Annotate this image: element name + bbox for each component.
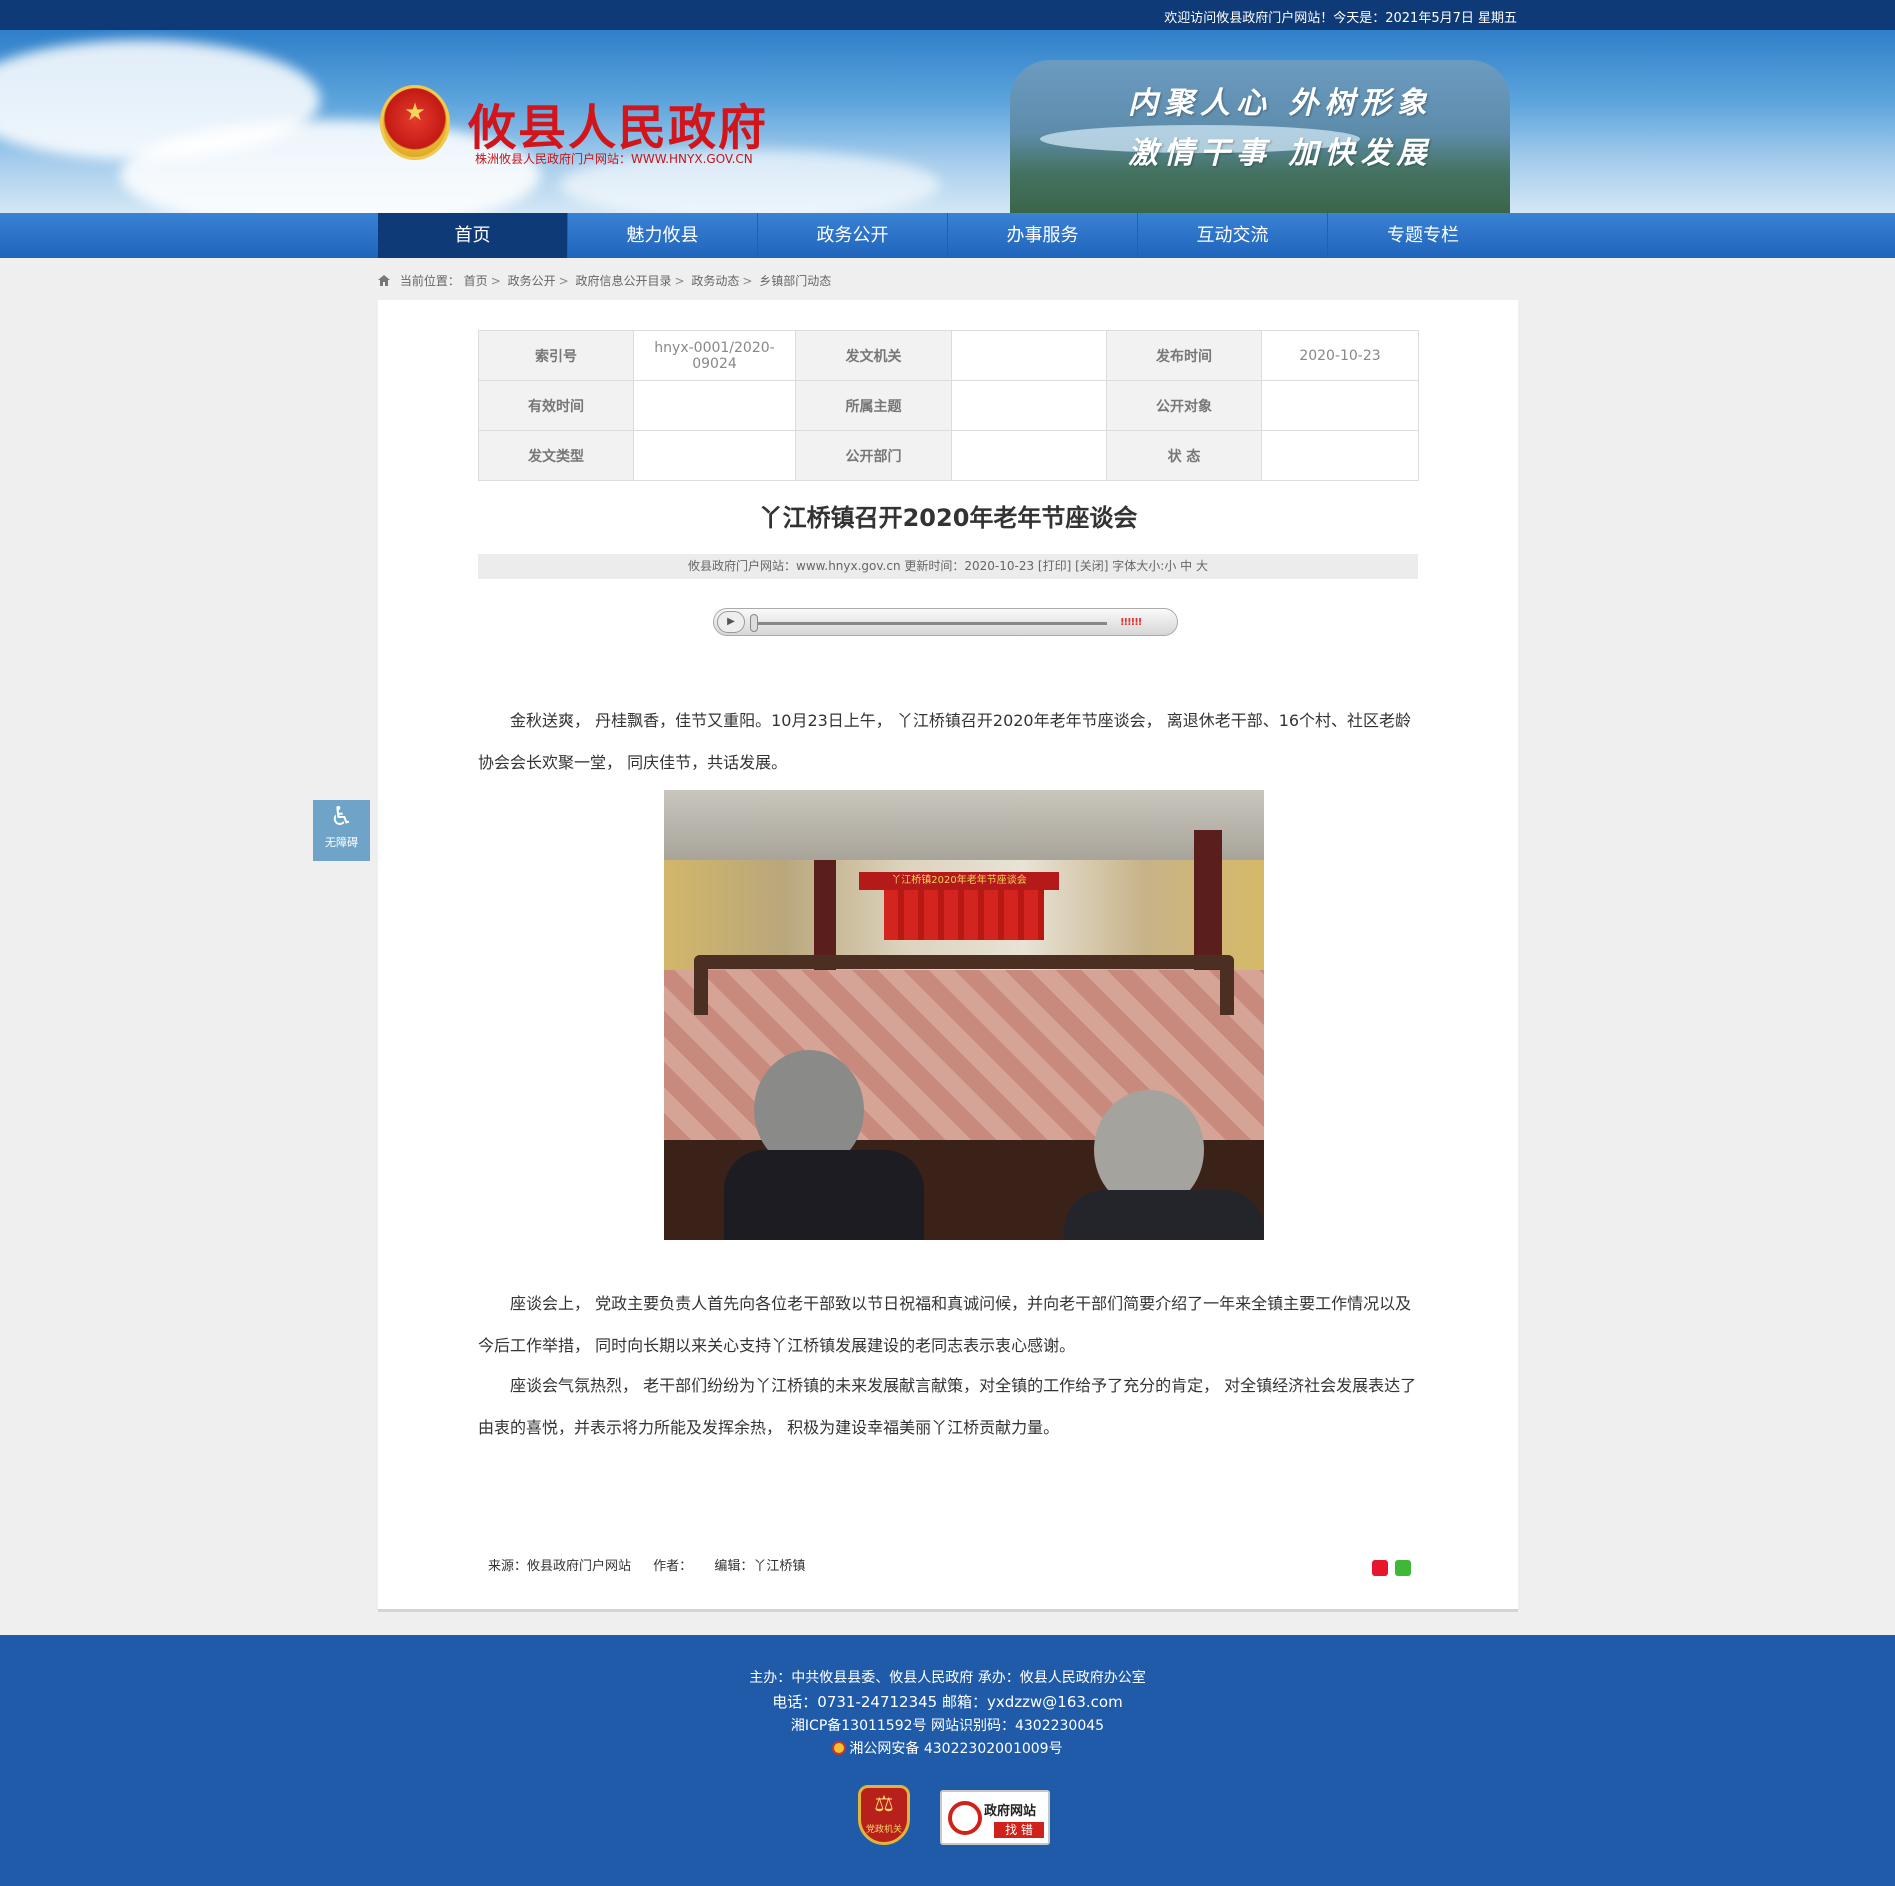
photo-tables xyxy=(694,955,1234,1015)
breadcrumb-prefix: 当前位置： xyxy=(399,274,460,288)
progress-handle[interactable] xyxy=(750,614,758,632)
article-source: 来源：攸县政府门户网站 xyxy=(488,1559,632,1574)
accessibility-button[interactable]: ♿ 无障碍 xyxy=(313,800,370,861)
slogan-line-2: 激情干事 加快发展 xyxy=(1128,136,1433,171)
nav-item-services[interactable]: 办事服务 xyxy=(948,213,1138,258)
national-emblem-icon: ★ xyxy=(380,85,450,160)
magnifier-icon xyxy=(948,1801,982,1835)
top-bar: 欢迎访问攸县政府门户网站！今天是：2021年5月7日 星期五 xyxy=(0,0,1895,30)
breadcrumb: 当前位置： 首页 > 政务公开 > 政府信息公开目录 > 政务动态 > 乡镇部门动态 xyxy=(378,272,831,289)
wheelchair-icon: ♿ xyxy=(329,802,354,832)
breadcrumb-separator: > xyxy=(742,274,753,288)
photo-person xyxy=(1064,1190,1264,1240)
meta-label-status: 状 态 xyxy=(1106,430,1262,481)
breadcrumb-separator: > xyxy=(674,274,685,288)
nav-item-gov-affairs[interactable]: 政务公开 xyxy=(758,213,948,258)
article-paragraph: 座谈会上， 党政主要负责人首先向各位老干部致以节日祝福和真诚问候，并向老干部们简… xyxy=(478,1294,1412,1355)
meta-label-topic: 所属主题 xyxy=(795,380,952,431)
photo-ceiling xyxy=(664,790,1264,860)
photo-person xyxy=(724,1150,924,1240)
nav-item-interaction[interactable]: 互动交流 xyxy=(1138,213,1328,258)
meta-value-topic xyxy=(951,380,1107,431)
welcome-text: 欢迎访问攸县政府门户网站！今天是：2021年5月7日 星期五 xyxy=(1164,11,1517,26)
volume-icon[interactable]: !!!!!! xyxy=(1120,617,1142,628)
article-photo: 丫江桥镇2020年老年节座谈会 xyxy=(664,790,1264,1240)
article-panel: 索引号 hnyx-0001/2020-09024 发文机关 发布时间 2020-… xyxy=(378,300,1518,1612)
home-icon xyxy=(378,275,390,286)
breadcrumb-link[interactable]: 政务公开 xyxy=(508,274,556,288)
breadcrumb-link[interactable]: 首页 xyxy=(464,274,488,288)
meta-label-issuer: 发文机关 xyxy=(795,330,952,381)
nav-item-home[interactable]: 首页 xyxy=(378,213,568,258)
meta-value-valid-time xyxy=(633,380,796,431)
breadcrumb-link[interactable]: 乡镇部门动态 xyxy=(759,274,831,288)
progress-track[interactable] xyxy=(752,622,1107,625)
meta-value-status xyxy=(1261,430,1419,481)
error-badge-action: 找 错 xyxy=(994,1822,1044,1838)
nav-item-charm[interactable]: 魅力攸县 xyxy=(568,213,758,258)
accessibility-label: 无障碍 xyxy=(325,836,358,849)
wechat-share-icon[interactable] xyxy=(1395,1560,1411,1576)
footer-icp[interactable]: 湘ICP备13011592号 网站识别码：4302230045 xyxy=(0,1715,1895,1735)
photo-flags xyxy=(884,890,1044,940)
site-footer: 主办：中共攸县县委、攸县人民政府 承办：攸县人民政府办公室 电话：0731-24… xyxy=(0,1635,1895,1886)
meta-label-audience: 公开对象 xyxy=(1106,380,1262,431)
footer-sponsor: 主办：中共攸县县委、攸县人民政府 承办：攸县人民政府办公室 xyxy=(749,1670,1146,1686)
article-author: 作者： xyxy=(653,1559,693,1574)
header-banner: 内聚人心 外树形象 激情干事 加快发展 ★ 攸县人民政府 株洲攸县人民政府门户网… xyxy=(0,30,1895,213)
breadcrumb-link[interactable]: 政府信息公开目录 xyxy=(575,274,671,288)
party-gov-label: 党政机关 xyxy=(865,1825,902,1835)
table-row: 发文类型 公开部门 状 态 xyxy=(478,430,1419,481)
meta-value-index: hnyx-0001/2020-09024 xyxy=(633,330,796,381)
metadata-table: 索引号 hnyx-0001/2020-09024 发文机关 发布时间 2020-… xyxy=(478,330,1419,481)
article-paragraph: 座谈会气氛热烈， 老干部们纷纷为丫江桥镇的未来发展献言献策，对全镇的工作给予了充… xyxy=(478,1376,1417,1437)
error-badge-title: 政府网站 xyxy=(984,1804,1037,1819)
audio-player: ▶ !!!!!! xyxy=(713,608,1178,636)
meta-label-doc-type: 发文类型 xyxy=(478,430,634,481)
breadcrumb-separator: > xyxy=(490,274,501,288)
meta-label-index: 索引号 xyxy=(478,330,634,381)
meta-value-audience xyxy=(1261,380,1419,431)
table-row: 索引号 hnyx-0001/2020-09024 发文机关 发布时间 2020-… xyxy=(478,330,1419,381)
meta-value-doc-type xyxy=(633,430,796,481)
meta-label-department: 公开部门 xyxy=(795,430,952,481)
breadcrumb-link[interactable]: 政务动态 xyxy=(691,274,739,288)
meta-label-valid-time: 有效时间 xyxy=(478,380,634,431)
footer-contact: 电话：0731-24712345 邮箱：yxdzzw@163.com xyxy=(772,1693,1123,1711)
meta-value-publish-date: 2020-10-23 xyxy=(1261,330,1419,381)
photo-banner-text: 丫江桥镇2020年老年节座谈会 xyxy=(859,872,1059,890)
main-nav: 首页 魅力攸县 政务公开 办事服务 互动交流 专题专栏 xyxy=(0,213,1895,258)
weibo-share-icon[interactable] xyxy=(1372,1560,1388,1576)
footer-police-text: 湘公网安备 43022302001009号 xyxy=(849,1741,1063,1757)
site-subtitle: 株洲攸县人民政府门户网站：WWW.HNYX.GOV.CN xyxy=(475,152,753,166)
play-icon[interactable]: ▶ xyxy=(717,611,745,633)
article-info-bar: 攸县政府门户网站：www.hnyx.gov.cn 更新时间：2020-10-23… xyxy=(478,554,1418,579)
breadcrumb-separator: > xyxy=(558,274,569,288)
meta-label-publish-date: 发布时间 xyxy=(1106,330,1262,381)
meta-value-department xyxy=(951,430,1107,481)
party-gov-icon: ⚖ xyxy=(874,1792,894,1817)
article-title: 丫江桥镇召开2020年老年节座谈会 xyxy=(758,504,1138,532)
site-title[interactable]: 攸县人民政府 xyxy=(468,88,768,158)
footer-police-record[interactable]: 湘公网安备 43022302001009号 xyxy=(0,1738,1895,1758)
table-row: 有效时间 所属主题 公开对象 xyxy=(478,380,1419,431)
gov-site-error-badge[interactable]: 政府网站 找 错 xyxy=(940,1790,1050,1845)
article-editor: 编辑：丫江桥镇 xyxy=(714,1559,806,1574)
police-badge-icon xyxy=(832,1741,847,1755)
party-gov-badge[interactable]: ⚖ 党政机关 xyxy=(858,1785,910,1845)
article-paragraph: 金秋送爽， 丹桂飘香，佳节又重阳。10月23日上午， 丫江桥镇召开2020年老年… xyxy=(478,711,1412,772)
nav-item-topics[interactable]: 专题专栏 xyxy=(1328,213,1518,258)
slogan-line-1: 内聚人心 外树形象 xyxy=(1128,86,1433,121)
meta-value-issuer xyxy=(951,330,1107,381)
article-footer-meta: 来源：攸县政府门户网站 作者： 编辑：丫江桥镇 xyxy=(488,1555,823,1574)
